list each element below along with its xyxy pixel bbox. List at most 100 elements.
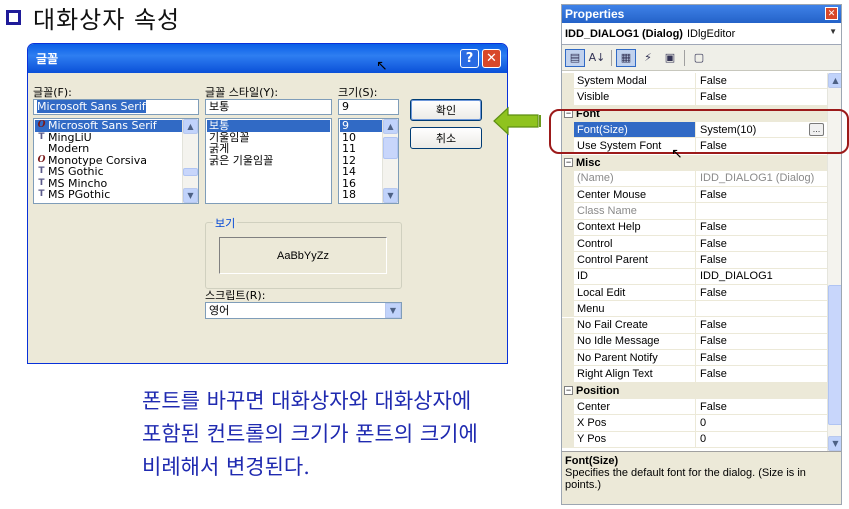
property-row[interactable]: Center False — [562, 399, 827, 416]
row-margin — [562, 73, 574, 90]
property-value-text: False — [700, 400, 727, 413]
list-item[interactable]: 굵게 — [207, 143, 330, 155]
highlight-ring — [549, 109, 849, 154]
list-item[interactable]: O Microsoft Sans Serif — [35, 120, 182, 132]
property-value[interactable]: False — [696, 350, 827, 367]
list-item-label: Microsoft Sans Serif — [48, 119, 157, 132]
property-value[interactable]: False — [696, 334, 827, 351]
list-item-label: Modern — [48, 142, 90, 155]
scroll-thumb[interactable] — [183, 168, 198, 176]
list-item[interactable]: 9 — [340, 120, 382, 132]
script-select[interactable]: 영어 ▼ — [205, 302, 402, 319]
scroll-thumb[interactable] — [383, 137, 398, 159]
collapse-icon[interactable]: − — [564, 386, 573, 396]
list-item[interactable]: Modern — [35, 143, 182, 155]
row-margin — [562, 187, 574, 204]
close-button[interactable]: ✕ — [825, 7, 838, 20]
property-row[interactable]: ID IDD_DIALOG1 — [562, 268, 827, 285]
property-row[interactable]: (Name) IDD_DIALOG1 (Dialog) — [562, 170, 827, 188]
font-style-input[interactable]: 보통 — [205, 99, 332, 115]
help-button[interactable]: ? — [460, 49, 479, 68]
property-value[interactable]: False — [696, 220, 827, 236]
property-row[interactable]: Visible False — [562, 89, 827, 106]
row-margin — [562, 89, 574, 106]
font-name-input[interactable]: Microsoft Sans Serif — [33, 99, 199, 115]
toolbar-divider — [684, 49, 685, 66]
property-value[interactable] — [696, 203, 827, 220]
row-margin — [562, 301, 574, 318]
property-row[interactable]: No Fail Create False — [562, 317, 827, 334]
events-icon[interactable]: ⚡ — [638, 49, 658, 67]
property-value[interactable]: False — [696, 366, 827, 383]
property-row[interactable]: Control Parent False — [562, 252, 827, 269]
properties-panel: Properties ✕ IDD_DIALOG1 (Dialog) IDlgEd… — [561, 4, 842, 505]
alphabetical-icon[interactable]: A↓ — [587, 49, 607, 67]
font-size-input[interactable]: 9 — [338, 99, 399, 115]
scroll-down-icon[interactable]: ▼ — [828, 436, 841, 451]
categorized-icon[interactable]: ▤ — [565, 48, 585, 67]
property-value[interactable]: False — [696, 73, 827, 90]
property-value[interactable]: False — [696, 89, 827, 106]
font-style-list[interactable]: 보통 기울임꼴 굵게 굵은 기울임꼴 — [205, 118, 332, 204]
property-row[interactable]: No Parent Notify False — [562, 350, 827, 367]
property-value[interactable]: False — [696, 187, 827, 204]
properties-titlebar[interactable]: Properties ✕ — [562, 5, 841, 23]
property-value[interactable]: IDD_DIALOG1 (Dialog) — [696, 171, 827, 188]
property-value-text: False — [700, 368, 727, 381]
property-value[interactable]: False — [696, 399, 827, 416]
property-row[interactable]: Context Help False — [562, 219, 827, 236]
properties-icon[interactable]: ▦ — [616, 48, 636, 67]
font-size-list[interactable]: 9 10 11 12 14 16 18 ▲ ▼ — [338, 118, 399, 204]
list-item[interactable]: 보통 — [207, 120, 330, 132]
font-dialog-titlebar[interactable]: 글꼴 ? ✕ — [28, 44, 507, 73]
object-selector[interactable]: IDD_DIALOG1 (Dialog) IDlgEditor ▼ — [562, 23, 841, 45]
scroll-down-icon[interactable]: ▼ — [183, 188, 198, 203]
list-item[interactable]: 18 — [340, 189, 382, 201]
property-value[interactable]: 0 — [696, 432, 827, 448]
property-row[interactable]: Class Name — [562, 203, 827, 220]
scroll-up-icon[interactable]: ▲ — [183, 119, 198, 134]
property-row[interactable]: No Idle Message False — [562, 333, 827, 351]
collapse-icon[interactable]: − — [564, 158, 573, 168]
list-item[interactable]: 11 — [340, 143, 382, 155]
property-row[interactable]: Y Pos 0 — [562, 431, 827, 448]
property-row[interactable]: Control False — [562, 236, 827, 253]
property-row[interactable]: Local Edit False — [562, 284, 827, 302]
scroll-thumb[interactable] — [828, 285, 841, 425]
row-margin — [562, 399, 574, 416]
list-item[interactable]: T MS PGothic — [35, 189, 182, 201]
chevron-down-icon[interactable]: ▼ — [385, 303, 401, 318]
bullet-square-icon — [6, 9, 21, 25]
mouse-pointer-icon: ↖ — [376, 58, 388, 74]
property-value[interactable]: False — [696, 236, 827, 253]
list-item[interactable]: 굵은 기울임꼴 — [207, 154, 330, 167]
list-item[interactable]: T MS Gothic — [35, 166, 182, 178]
property-value[interactable] — [696, 301, 827, 318]
property-row[interactable]: System Modal False — [562, 73, 827, 90]
close-button[interactable]: ✕ — [482, 49, 501, 68]
scroll-up-icon[interactable]: ▲ — [828, 73, 841, 88]
font-list[interactable]: O Microsoft Sans Serif T MingLiU Modern O Mono… — [33, 118, 199, 204]
property-value[interactable]: False — [696, 252, 827, 269]
cancel-button[interactable]: 취소 — [410, 127, 482, 149]
size-list-scrollbar[interactable]: ▲ ▼ — [382, 119, 398, 203]
property-category[interactable]: − Position — [562, 382, 827, 399]
scroll-up-icon[interactable]: ▲ — [383, 119, 398, 134]
messages-icon[interactable]: ▣ — [660, 49, 680, 67]
property-value[interactable]: 0 — [696, 415, 827, 432]
property-value[interactable]: False — [696, 285, 827, 302]
scroll-down-icon[interactable]: ▼ — [383, 188, 398, 203]
chevron-down-icon[interactable]: ▼ — [829, 27, 837, 36]
property-row[interactable]: X Pos 0 — [562, 415, 827, 432]
property-value[interactable]: IDD_DIALOG1 — [696, 269, 827, 285]
list-item[interactable]: 14 — [340, 166, 382, 178]
property-pages-icon[interactable]: ▢ — [689, 49, 709, 67]
property-row[interactable]: Menu — [562, 301, 827, 318]
property-category[interactable]: − Misc — [562, 154, 827, 171]
font-list-scrollbar[interactable]: ▲ ▼ — [182, 119, 198, 203]
ok-button[interactable]: 확인 — [410, 99, 482, 121]
property-row[interactable]: Center Mouse False — [562, 187, 827, 204]
property-row[interactable]: Right Align Text False — [562, 366, 827, 383]
property-value-text: False — [700, 237, 727, 250]
property-value[interactable]: False — [696, 318, 827, 334]
